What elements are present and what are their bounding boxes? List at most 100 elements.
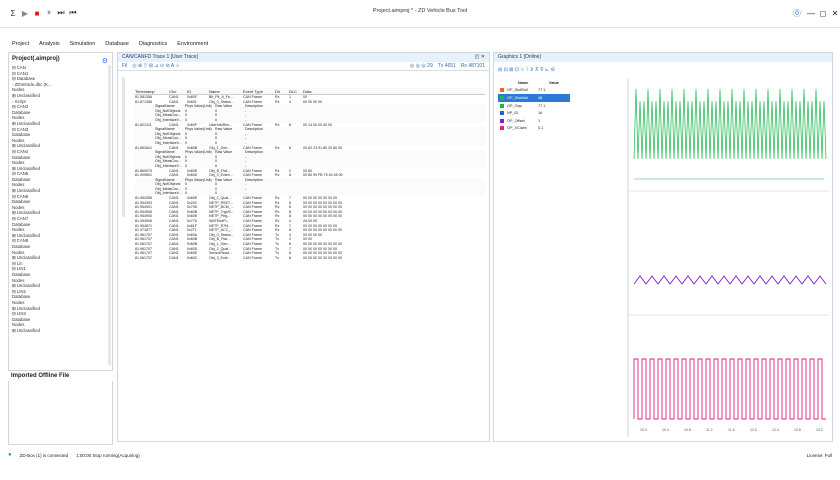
trace-scrollbar[interactable] [122,77,125,217]
signal-name: OP_DistAlat [507,95,528,100]
settings-icon[interactable]: ⚙ [102,57,108,65]
license-text: License: Full [806,452,832,458]
project-tree[interactable]: ⊟ CAN ⊟ CAN1 ⊟ Database ◦ ZDVehicle.dbc … [9,65,112,334]
signal-name: OP_Gap [507,103,522,108]
table-row[interactable]: 81.961707 CAN1 0x60C Obj_3_Exte... CAN Frame… [135,256,485,261]
signal-item[interactable]: OP_VClaim 0.1 [498,125,570,133]
table-cell: Tx [275,255,279,260]
table-cell: Obj_3_Exte... [209,255,231,260]
signal-item[interactable]: OP_Gap 77.1 [498,102,570,110]
column-header[interactable]: ID [187,88,209,94]
x-tick-label: 11.6 [728,428,735,432]
menu-simulation[interactable]: Simulation [70,41,96,47]
x-tick-label: 12.8 [794,428,801,432]
table-header: Timestamp Chn ID Name Event Type Dir DLC Data [135,88,485,95]
menu-environment[interactable]: Environment [177,41,208,47]
signal-name: OP_DistRoll [507,88,528,93]
offline-file-panel-title: Imported Offline File [8,370,113,381]
tree-scrollbar[interactable] [108,65,111,365]
table-cell: 81.961707 [135,255,152,260]
signal-item[interactable]: OP_Offset 1 [498,117,570,125]
table-cell: 00 80 99 FB 75 40 45 00 [303,173,343,178]
signal-name: OP_VClaim [507,126,527,131]
purple-signal-trace [633,275,827,285]
signal-name-header: Name [518,80,529,85]
menu-bar: Project Analysis Simulation Database Dia… [0,38,840,50]
window-title: Project.aimproj * - ZD Vehicle Bus Tool [372,8,468,14]
connection-icon: ● [8,452,12,458]
trace-table[interactable]: Timestamp Chn ID Name Event Type Dir DLC Data 81… [135,88,485,260]
graphics-window: Graphics 1 [Online] ⊞ ⊟ ⊠ ⊡ ⊹ ⊺ ⊻ ⊼ ⊽ ⊾ … [493,52,833,442]
signal-item[interactable]: OP_DistRoll 77.1 [498,87,570,95]
close-button[interactable]: ✕ [830,8,840,18]
graphics-title: Graphics 1 [Online] [494,53,832,62]
menu-analysis[interactable]: Analysis [39,41,59,47]
graphics-toolbar[interactable]: ⊞ ⊟ ⊠ ⊡ ⊹ ⊺ ⊻ ⊼ ⊽ ⊾ ⚙ [498,67,555,73]
column-header[interactable]: DLC [289,88,303,94]
minimize-button[interactable]: — [806,8,816,18]
table-cell: 00 14 00 00 00 00 [303,122,332,127]
table-cell: 00 00 00 00 [303,99,322,104]
x-tick-label: 13.2 [816,428,823,432]
column-header[interactable]: Dir [275,88,289,94]
trace-tool-icons[interactable]: ◎ ⊕ ▽ ⊞ ⊿ ⊙ ⊘ A ⊹ [132,63,179,69]
signal-value: 77.1 [538,88,546,93]
table-cell: 00 A2 23 91 80 20 80 00 [303,145,343,150]
trace-search-icons[interactable]: ◎ ◎ ◎ 29 [410,63,433,69]
help-icon[interactable]: ⓪ [792,8,802,18]
table-cell: 8 [289,255,291,260]
maximize-button[interactable]: ◻ [818,8,828,18]
table-cell: CAN1 [169,255,179,260]
status-time: 1:00:00 Stop running(Acquiring) [76,452,140,458]
x-tick-label: 10.0 [640,428,647,432]
x-tick-label: 12.0 [750,428,757,432]
signal-value-header: Value [549,80,559,85]
x-tick-label: 10.8 [684,428,691,432]
project-tree-title: Project(.aimproj) [12,56,60,62]
x-tick-label: 10.4 [662,428,669,432]
trace-window-controls[interactable]: ◰ ✕ [475,54,485,61]
menu-database[interactable]: Database [105,41,129,47]
signal-value: 48 [538,95,543,100]
column-header[interactable]: Data [303,88,443,94]
pink-signal-trace [633,358,826,420]
signal-item[interactable]: NP_ID 16 [498,109,570,117]
signal-value: 1 [538,118,541,123]
menu-project[interactable]: Project [12,41,29,47]
signal-plot[interactable]: 10.0 10.4 10.8 11.2 11.6 12.0 12.4 12.8 13.2 [574,79,829,437]
signal-color-swatch [500,103,504,108]
signal-item[interactable]: OP_DistAlat 48 [498,94,570,102]
status-bar: ● ZD-Box (1) is connected 1:00:00 Stop r… [0,450,840,460]
signal-value: 77.1 [538,103,546,108]
menu-diagnostics[interactable]: Diagnostics [139,41,167,47]
table-cell: CAN Frame [243,255,262,260]
table-cell: 0x60C [187,255,198,260]
green-signal-trace [633,88,827,160]
signal-color-swatch [500,126,504,131]
status-text: ZD-Box (1) is connected [19,452,69,458]
tree-item[interactable]: ⊞ Unclassified [12,328,112,334]
signal-value: 0.1 [538,126,544,131]
signal-color-swatch [500,95,504,100]
column-header[interactable]: Chn [169,88,187,94]
project-tree-panel: Project(.aimproj) ⚙ ⊟ CAN ⊟ CAN1 ⊟ Datab… [8,52,113,445]
filter-field[interactable]: Fil [122,63,127,69]
column-header[interactable]: Name [209,88,243,94]
title-bar: Σ ▶ ■ ⏸ ⏭ ⏮ Project.aimproj * - ZD Vehic… [0,0,840,28]
signal-color-swatch [500,88,504,93]
signal-value: 16 [538,111,543,116]
rx-count: Rx 487101 [460,63,485,69]
x-tick-label: 11.2 [706,428,713,432]
column-header[interactable]: Timestamp [135,88,169,94]
signal-name: OP_Offset [507,118,525,123]
signal-color-swatch [500,118,504,123]
column-header[interactable]: Event Type [243,88,275,94]
trace-title: CAN/CANFD Trace 1 [User Trace] [122,54,198,60]
signal-color-swatch [500,111,504,116]
signal-name: NP_ID [507,111,519,116]
tx-count: Tx 4651 [437,63,456,69]
signal-list-header: Name Value [498,79,570,87]
x-tick-label: 12.4 [772,428,779,432]
trace-toolbar: Fil ◎ ⊕ ▽ ⊞ ⊿ ⊙ ⊘ A ⊹ ◎ ◎ ◎ 29 Tx 4651 R… [118,62,489,71]
signal-list[interactable]: Name Value OP_DistRoll 77.1 OP_DistAlat 48 OP_… [498,79,570,132]
